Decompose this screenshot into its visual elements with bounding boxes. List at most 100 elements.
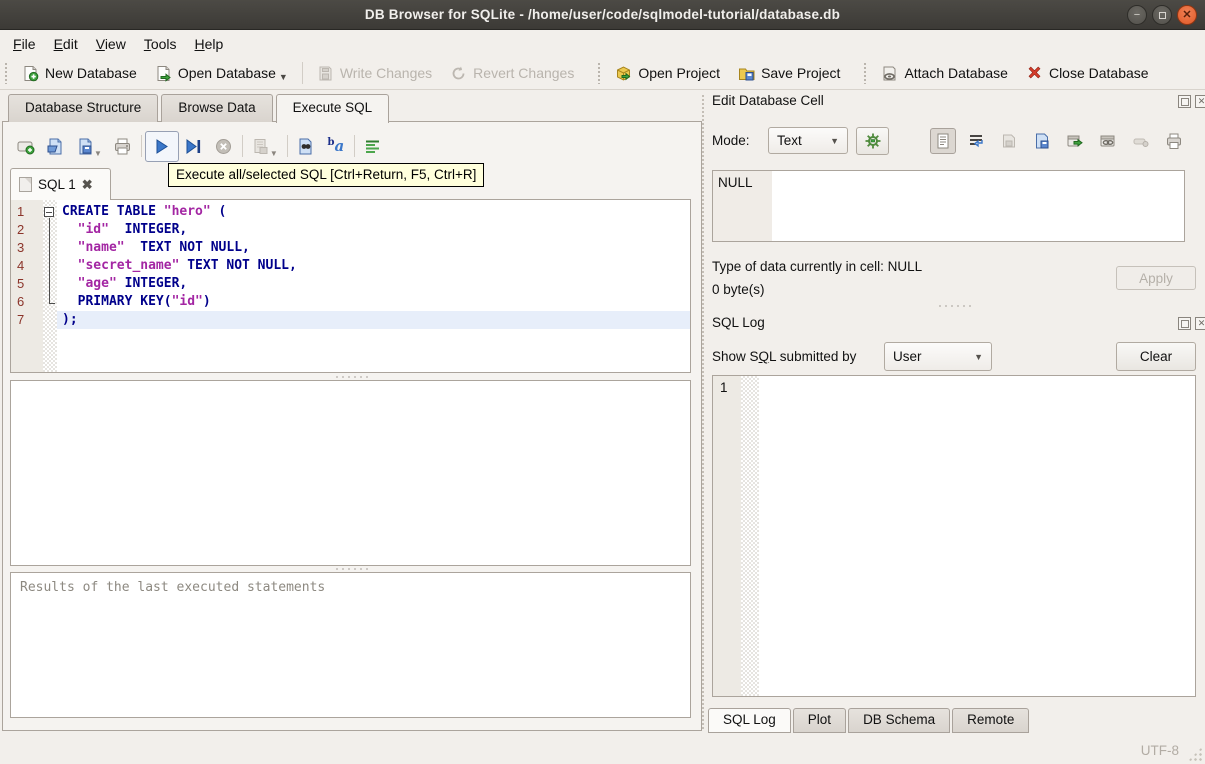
save-project-button[interactable]: Save Project (729, 61, 849, 86)
titlebar[interactable]: DB Browser for SQLite - /home/user/code/… (0, 0, 1205, 30)
log-fold-column (741, 376, 759, 696)
import-data-icon (1036, 133, 1049, 149)
open-external-button[interactable] (1095, 128, 1121, 154)
close-database-icon (1028, 66, 1041, 78)
close-dock-icon[interactable]: ✕ (1195, 95, 1205, 108)
sql-file-tab[interactable]: SQL 1 ✖ (10, 168, 111, 200)
menu-edit[interactable]: Edit (45, 32, 87, 56)
close-dock-icon[interactable]: ✕ (1195, 317, 1205, 330)
close-sql-tab-icon[interactable]: ✖ (82, 177, 93, 193)
tab-sql-log[interactable]: SQL Log (708, 708, 791, 733)
word-wrap-cell-button[interactable] (963, 128, 989, 154)
chevron-down-icon: ▼ (974, 351, 983, 362)
attach-database-icon (883, 66, 896, 80)
stop-icon (216, 138, 232, 154)
menu-help[interactable]: Help (186, 32, 233, 56)
tab-browse-data[interactable]: Browse Data (161, 94, 273, 122)
toolbar-drag-handle[interactable] (4, 62, 9, 84)
results-message-pane[interactable]: Results of the last executed statements (10, 572, 691, 718)
tab-database-structure[interactable]: Database Structure (8, 94, 159, 122)
log-filter-select[interactable]: User ▼ (884, 342, 992, 371)
execute-tooltip: Execute all/selected SQL [Ctrl+Return, F… (168, 163, 485, 187)
print-icon (115, 138, 131, 154)
print-cell-button[interactable] (1161, 128, 1187, 154)
sql-toolbar-separator (140, 135, 142, 157)
results-message-splitter[interactable] (10, 566, 691, 571)
tab-plot[interactable]: Plot (792, 708, 847, 733)
export-data-icon (1067, 135, 1083, 147)
cell-value-editor[interactable]: NULL (712, 170, 1185, 242)
editor-results-splitter[interactable] (10, 374, 691, 379)
close-database-button[interactable]: Close Database (1017, 61, 1158, 86)
clear-log-button[interactable]: Clear (1116, 342, 1196, 371)
import-cell-button[interactable] (1029, 128, 1055, 154)
main-tab-bar: Database Structure Browse Data Execute S… (8, 94, 392, 123)
revert-changes-icon (452, 66, 465, 79)
float-dock-icon[interactable] (1178, 317, 1191, 330)
print-sql-button[interactable] (108, 132, 138, 160)
editor-line-numbers: 1234567 (11, 200, 43, 372)
close-window-button[interactable]: ✕ (1177, 5, 1197, 25)
open-database-button[interactable]: Open Database ▼ (146, 61, 297, 86)
attach-database-button[interactable]: Attach Database (872, 61, 1017, 86)
menu-view[interactable]: View (87, 32, 135, 56)
minimize-button[interactable]: − (1127, 5, 1147, 25)
set-null-icon (1133, 138, 1149, 147)
open-database-icon (157, 65, 171, 82)
format-sql-button[interactable]: ba (321, 132, 351, 160)
auto-apply-button[interactable] (856, 127, 889, 155)
new-database-button[interactable]: New Database (13, 61, 146, 86)
menu-file[interactable]: File (4, 32, 45, 56)
word-wrap-button[interactable] (358, 132, 388, 160)
statusbar: UTF-8 (0, 733, 1205, 764)
mode-select[interactable]: Text ▼ (768, 127, 848, 154)
sql-log-view[interactable]: 1 (712, 375, 1196, 697)
word-wrap-lines-icon (970, 135, 983, 148)
toolbar-drag-handle[interactable] (597, 62, 603, 84)
tab-execute-sql[interactable]: Execute SQL (275, 94, 390, 123)
link-icon (1100, 135, 1115, 147)
results-grid-pane[interactable] (10, 380, 691, 566)
gear-icon (865, 133, 880, 149)
editor-code[interactable]: CREATE TABLE "hero" ( "id" INTEGER, "nam… (57, 200, 690, 372)
float-dock-icon[interactable] (1178, 95, 1191, 108)
resize-grip[interactable] (1188, 747, 1202, 761)
log-filter-label: Show SQL submitted by (712, 349, 857, 364)
sql-toolbar-separator (241, 135, 243, 157)
open-sql-tab-button[interactable] (10, 132, 40, 160)
dock-splitter[interactable] (712, 303, 1196, 308)
execute-line-icon (186, 138, 201, 154)
execute-play-icon (156, 138, 169, 154)
sql-document-icon (19, 177, 32, 192)
open-project-button[interactable]: Open Project (606, 61, 729, 86)
export-cell-button[interactable] (1062, 128, 1088, 154)
text-mode-button[interactable] (930, 128, 956, 154)
mode-label: Mode: (712, 133, 750, 148)
editor-fold-column[interactable] (43, 200, 57, 372)
toolbar-drag-handle[interactable] (863, 62, 869, 84)
execute-line-button[interactable] (179, 132, 209, 160)
open-file-icon (47, 138, 61, 154)
execute-all-button[interactable] (144, 130, 179, 162)
open-project-icon (617, 65, 631, 81)
dock-resize-handle[interactable] (701, 94, 706, 731)
chevron-down-icon: ▼ (830, 135, 839, 146)
open-sql-file-button[interactable] (40, 132, 70, 160)
save-sql-dropdown-icon[interactable]: ▼ (94, 149, 102, 158)
maximize-button[interactable] (1152, 5, 1172, 25)
save-project-icon (739, 68, 755, 80)
log-dock-controls: ✕ (1178, 317, 1205, 330)
print-cell-icon (1167, 133, 1181, 149)
new-tab-icon (17, 141, 34, 154)
sql-editor[interactable]: 1234567 CREATE TABLE "hero" ( "id" INTEG… (10, 199, 691, 373)
write-changes-icon (319, 66, 332, 80)
save-file-icon (79, 138, 91, 154)
menu-tools[interactable]: Tools (135, 32, 186, 56)
tab-remote[interactable]: Remote (952, 708, 1030, 733)
tab-db-schema[interactable]: DB Schema (848, 708, 951, 733)
open-database-dropdown-icon[interactable]: ▼ (279, 72, 288, 82)
window-controls: − ✕ (1127, 5, 1197, 25)
cell-editor-title: Edit Database Cell (712, 93, 824, 108)
find-replace-button[interactable] (291, 132, 321, 160)
word-wrap-icon (366, 140, 380, 153)
